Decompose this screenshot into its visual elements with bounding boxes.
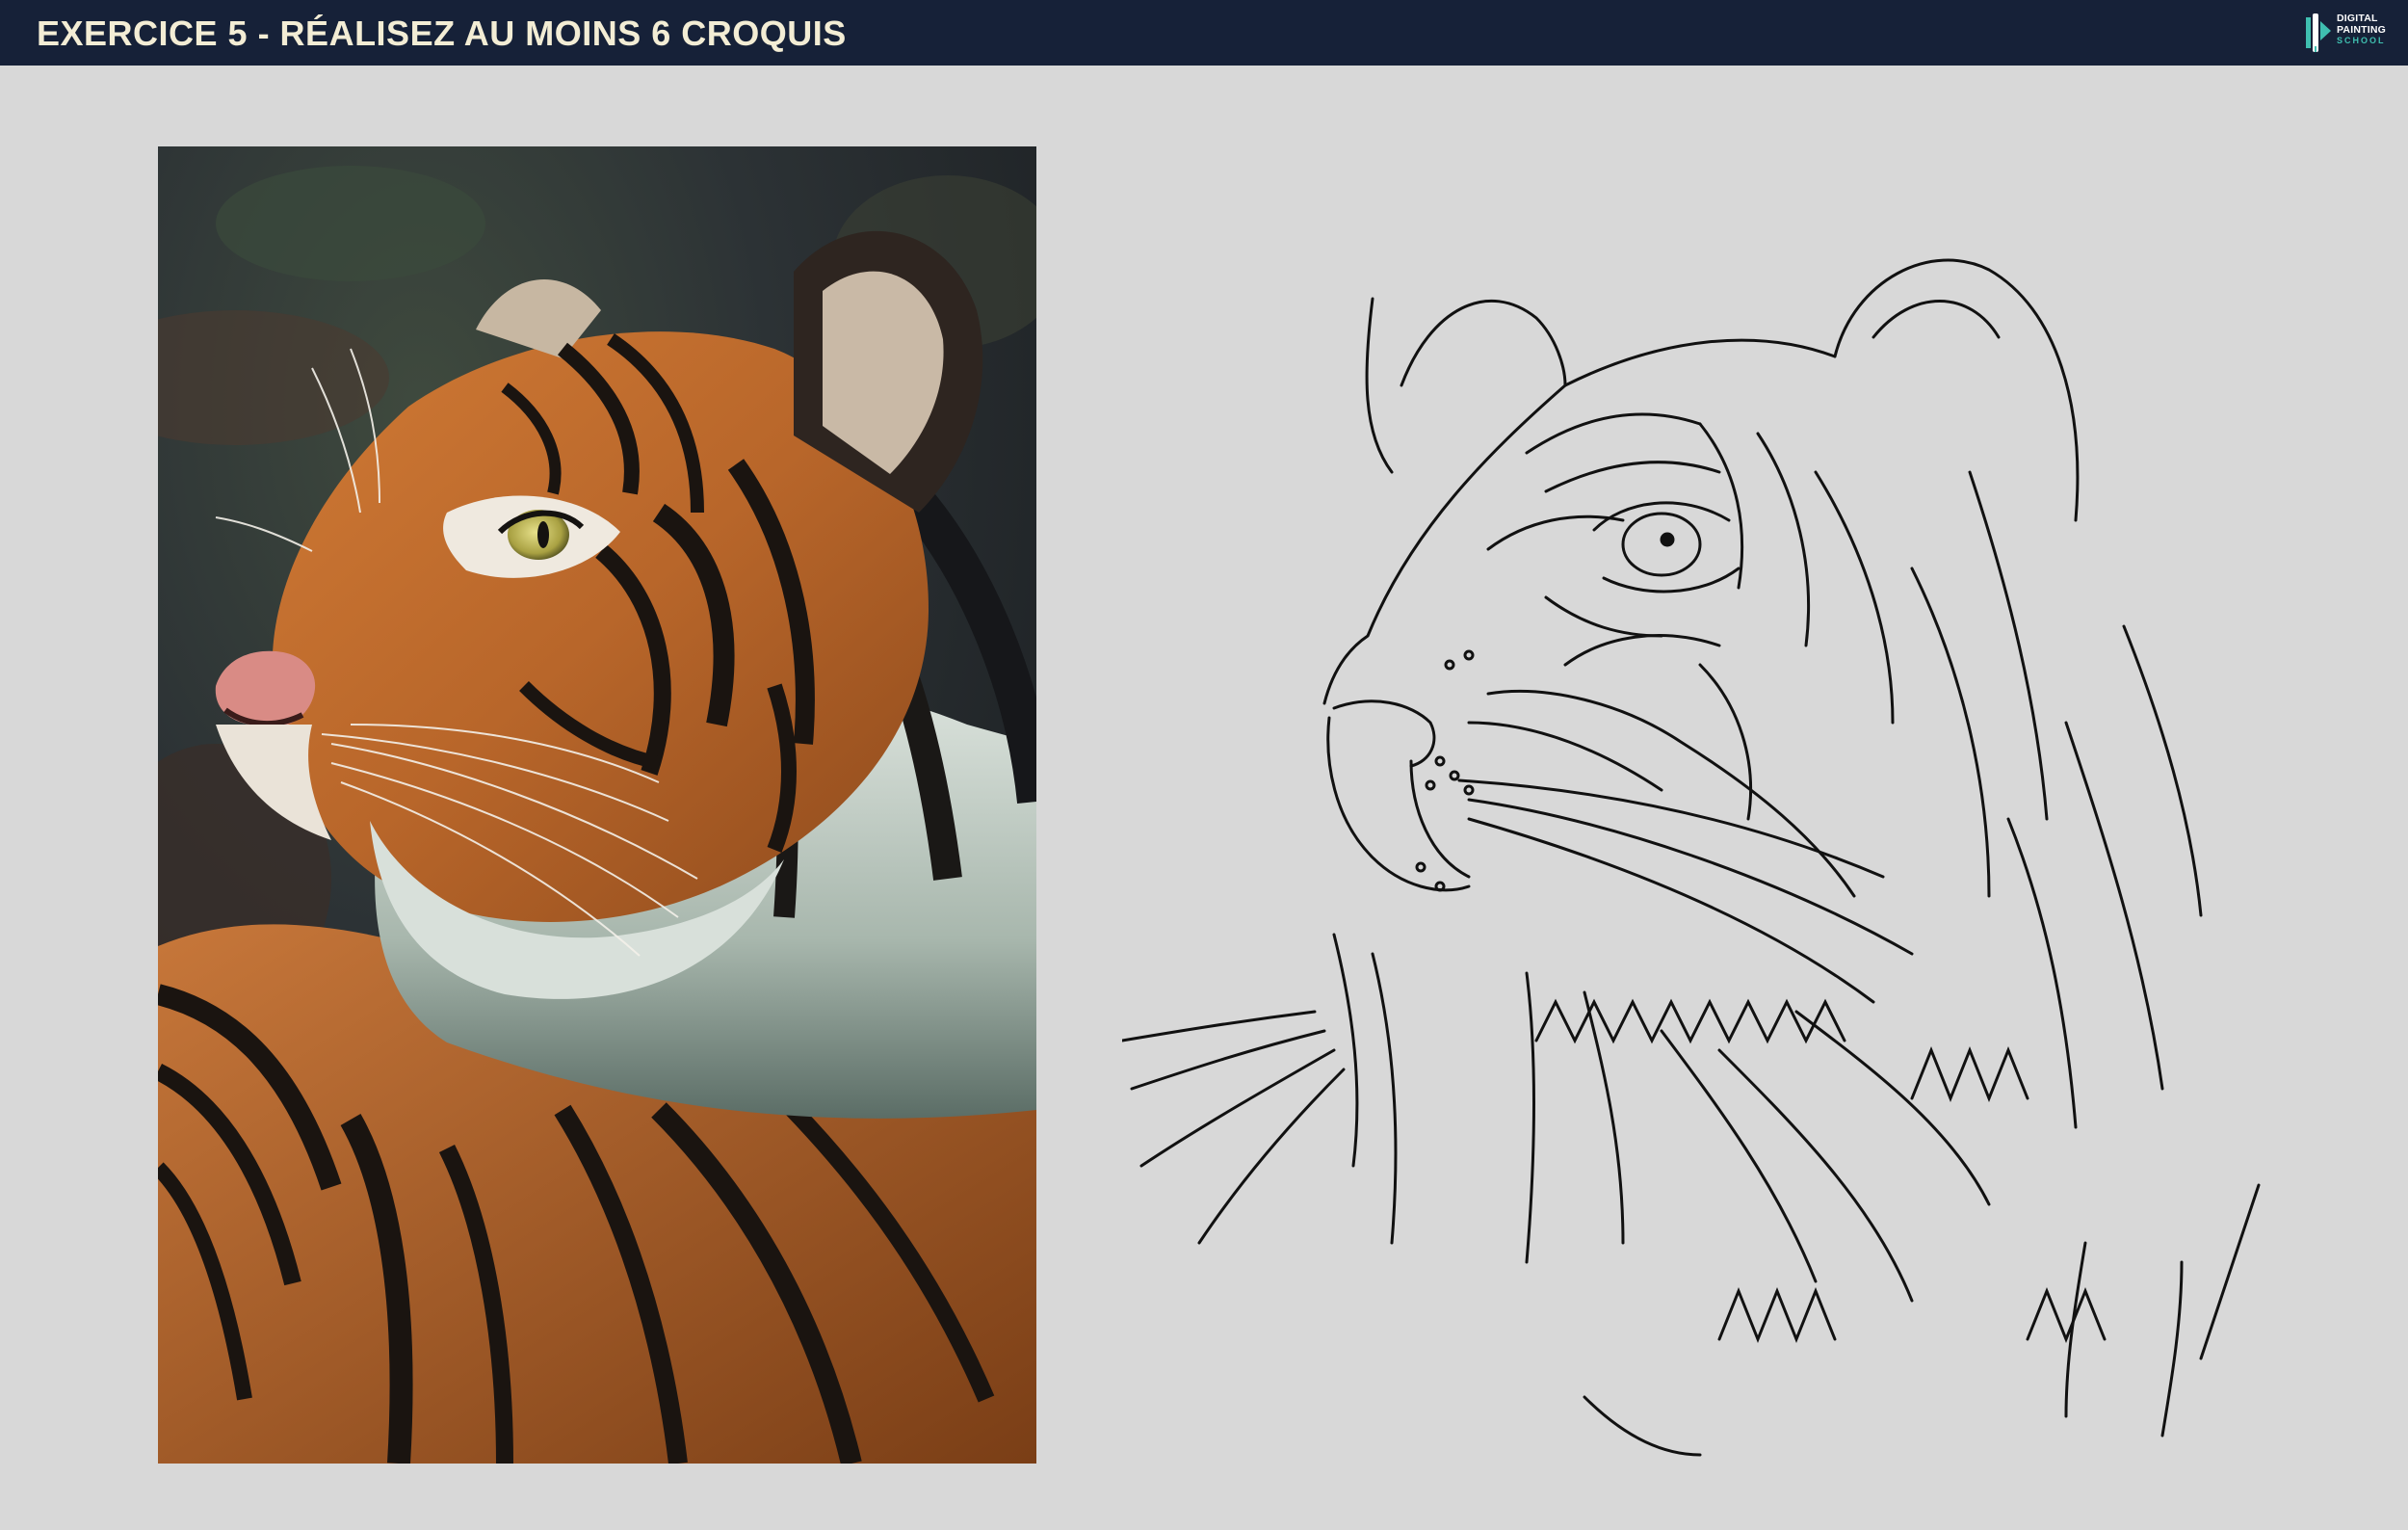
logo-line-school: SCHOOL xyxy=(2337,36,2386,45)
digital-painting-school-logo: DIGITAL PAINTING SCHOOL xyxy=(2304,12,2396,54)
page-title: EXERCICE 5 - RÉALISEZ AU MOINS 6 CROQUIS xyxy=(37,13,847,53)
brush-logo-icon xyxy=(2306,13,2331,52)
header-bar: EXERCICE 5 - RÉALISEZ AU MOINS 6 CROQUIS… xyxy=(0,0,2408,66)
logo-line-painting: PAINTING xyxy=(2337,23,2386,36)
logo-wordmark: DIGITAL PAINTING SCHOOL xyxy=(2337,13,2398,47)
tiger-sketch-illustration xyxy=(1122,258,2261,1457)
tiger-photo-illustration xyxy=(158,146,1036,1464)
logo-line-digital: DIGITAL xyxy=(2337,13,2378,24)
reference-photo xyxy=(158,146,1036,1464)
line-sketch-drawing xyxy=(1122,183,2278,1474)
